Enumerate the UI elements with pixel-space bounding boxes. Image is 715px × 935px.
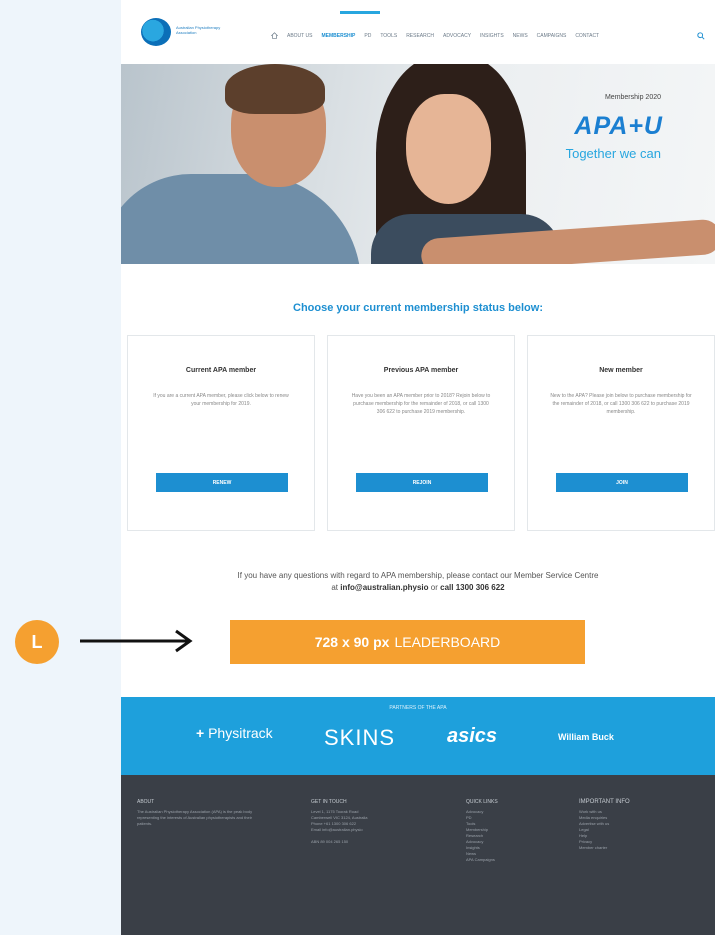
partners-title: PARTNERS OF THE APA <box>389 705 447 711</box>
hero-banner: Membership 2020 APA+U Together we can <box>121 64 715 264</box>
home-icon[interactable] <box>271 32 278 39</box>
search-icon[interactable] <box>697 32 705 40</box>
contact-line: If you have any questions with regard to… <box>237 571 599 580</box>
hero-brand-logo: APA+U <box>574 112 663 140</box>
contact-or: or <box>430 583 438 592</box>
leaderboard-size: 728 x 90 px <box>314 634 390 650</box>
contact-phone[interactable]: call 1300 306 622 <box>440 583 505 592</box>
nav-research[interactable]: RESEARCH <box>406 33 434 39</box>
footer-quick-links: QUICK LINKS Advocacy PD Tools Membership… <box>466 799 498 862</box>
footer-about: ABOUT The Australian Physiotherapy Assoc… <box>137 799 253 826</box>
nav-campaigns[interactable]: CAMPAIGNS <box>537 33 567 39</box>
logo-text: Australian Physiotherapy Association <box>176 25 221 35</box>
nav-pd[interactable]: PD <box>364 33 371 39</box>
membership-cards: Current APA member If you are a current … <box>127 335 715 531</box>
hero-photo-man <box>121 174 361 264</box>
contact-note: If you have any questions with regard to… <box>121 570 715 594</box>
hero-kicker: Membership 2020 <box>604 94 661 101</box>
footer-contact: GET IN TOUCH Level 1, 1175 Toorak Road C… <box>311 799 368 844</box>
main-nav: ABOUT US MEMBERSHIP PD TOOLS RESEARCH AD… <box>271 32 599 39</box>
apa-logo[interactable] <box>141 18 171 46</box>
card-title: Previous APA member <box>383 367 459 374</box>
join-button[interactable]: JOIN <box>556 473 688 492</box>
partner-skins-logo[interactable]: SKINS <box>324 725 395 751</box>
partner-asics-logo[interactable]: asics <box>447 725 497 748</box>
nav-membership[interactable]: MEMBERSHIP <box>321 33 355 39</box>
partner-physitrack-logo[interactable]: + Physitrack <box>196 725 273 741</box>
nav-news[interactable]: NEWS <box>513 33 528 39</box>
site-header: Australian Physiotherapy Association ABO… <box>121 0 715 64</box>
partners-band: PARTNERS OF THE APA + Physitrack SKINS a… <box>121 697 715 775</box>
website: Australian Physiotherapy Association ABO… <box>121 0 715 935</box>
renew-button[interactable]: RENEW <box>156 473 288 492</box>
nav-active-indicator <box>340 11 380 14</box>
section-title: Choose your current membership status be… <box>293 302 543 314</box>
leaderboard-label: LEADERBOARD <box>394 634 501 650</box>
nav-advocacy[interactable]: ADVOCACY <box>443 33 471 39</box>
card-title: New member <box>599 367 643 374</box>
card-new-member: New member New to the APA? Please join b… <box>527 335 715 531</box>
card-previous-member: Previous APA member Have you been an APA… <box>327 335 515 531</box>
card-current-member: Current APA member If you are a current … <box>127 335 315 531</box>
card-body: Have you been an APA member prior to 201… <box>351 393 491 415</box>
nav-about[interactable]: ABOUT US <box>287 33 312 39</box>
leaderboard-ad-slot[interactable]: 728 x 90 px LEADERBOARD <box>230 620 585 664</box>
card-body: If you are a current APA member, please … <box>153 393 289 407</box>
hero-tagline: Together we can <box>565 146 661 161</box>
site-footer: ABOUT The Australian Physiotherapy Assoc… <box>121 775 715 935</box>
contact-email-link[interactable]: info@australian.physio <box>340 583 428 592</box>
partner-william-buck-logo[interactable]: William Buck <box>558 732 614 742</box>
annotation-arrow <box>80 629 193 653</box>
nav-tools[interactable]: TOOLS <box>380 33 397 39</box>
nav-contact[interactable]: CONTACT <box>575 33 599 39</box>
contact-at: at <box>331 583 339 592</box>
footer-important-info: IMPORTANT INFO Work with us Media enquir… <box>579 799 630 850</box>
nav-insights[interactable]: INSIGHTS <box>480 33 504 39</box>
annotation-marker-l: L <box>15 620 59 664</box>
card-body: New to the APA? Please join below to pur… <box>550 393 692 415</box>
card-title: Current APA member <box>185 367 257 374</box>
rejoin-button[interactable]: REJOIN <box>356 473 488 492</box>
